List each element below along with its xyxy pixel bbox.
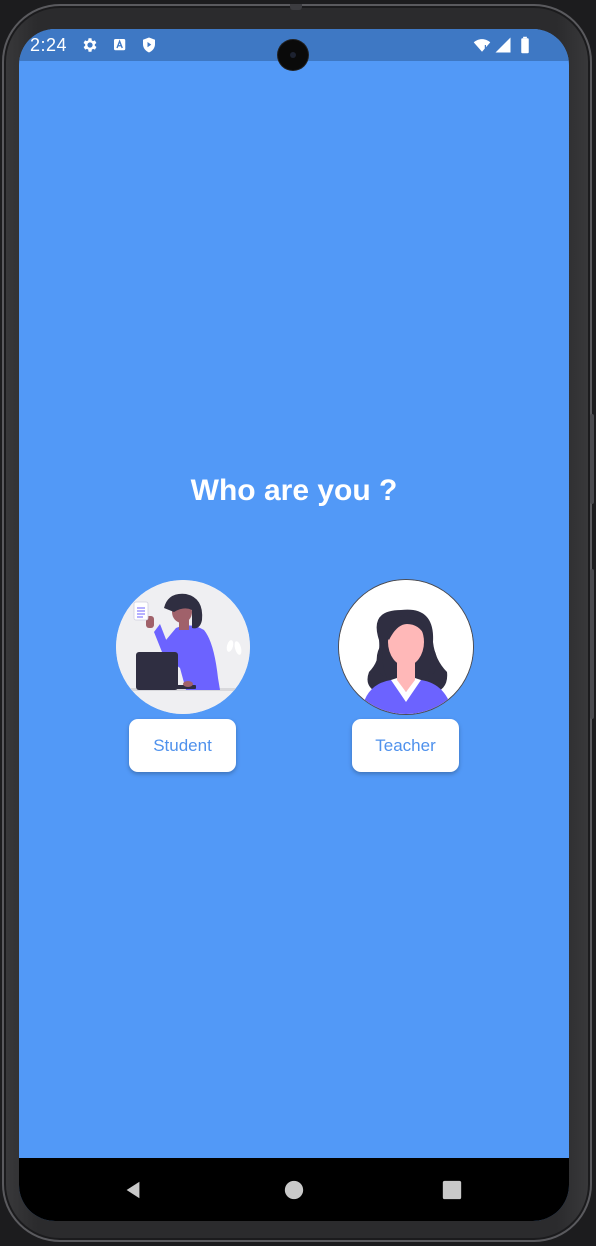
student-illustration[interactable]	[116, 580, 250, 714]
home-button[interactable]	[264, 1158, 324, 1221]
status-time: 2:24	[30, 35, 68, 55]
back-icon	[126, 1181, 140, 1198]
page-title: Who are you ?	[190, 474, 398, 507]
wifi-icon	[472, 36, 492, 54]
recents-button[interactable]	[422, 1158, 482, 1221]
power-button	[590, 569, 594, 719]
teacher-button[interactable]: Teacher	[352, 719, 459, 772]
student-button[interactable]: Student	[129, 719, 236, 772]
gear-icon	[81, 36, 99, 54]
signal-icon	[494, 36, 512, 54]
front-camera	[278, 40, 308, 70]
volume-button	[590, 414, 594, 504]
teacher-illustration[interactable]	[339, 580, 473, 714]
a-badge-icon	[111, 36, 129, 54]
navigation-bar	[19, 1158, 569, 1221]
recents-icon	[442, 1180, 462, 1199]
home-icon	[284, 1180, 304, 1199]
battery-icon	[518, 36, 532, 54]
shield-play-icon	[140, 36, 158, 54]
back-button[interactable]	[103, 1158, 163, 1221]
frame-top-detail	[290, 4, 302, 10]
screen: 2:24 Who are you ? Student Teacher	[19, 29, 569, 1221]
